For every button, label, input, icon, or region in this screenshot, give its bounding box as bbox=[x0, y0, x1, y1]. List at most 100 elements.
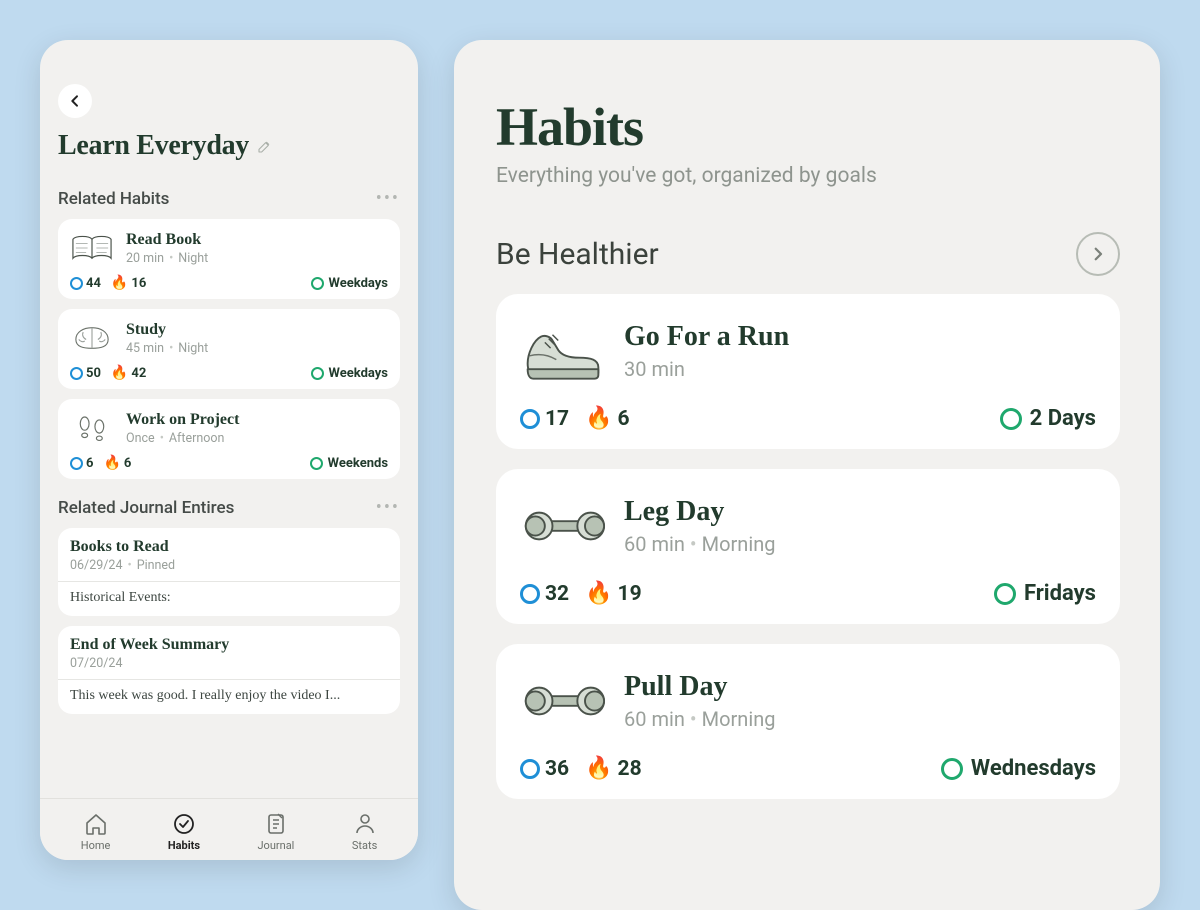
habit-schedule: Fridays bbox=[1024, 581, 1096, 606]
brain-icon bbox=[70, 319, 114, 357]
habit-streak: 16 bbox=[131, 276, 146, 291]
running-shoe-icon bbox=[520, 314, 606, 388]
tab-journal[interactable]: Journal bbox=[257, 812, 294, 852]
streak-icon: 🔥 bbox=[585, 406, 612, 431]
streak-icon: 🔥 bbox=[111, 365, 128, 381]
journal-icon bbox=[264, 812, 288, 836]
tab-stats[interactable]: Stats bbox=[352, 812, 377, 852]
habit-meta: 60 min•Morning bbox=[624, 707, 775, 731]
habit-schedule: Weekdays bbox=[329, 276, 388, 291]
habit-count: 17 bbox=[545, 407, 569, 431]
stats-icon bbox=[353, 812, 377, 836]
book-icon bbox=[70, 229, 114, 267]
schedule-icon bbox=[941, 758, 963, 780]
streak-icon: 🔥 bbox=[585, 581, 612, 606]
journal-title: End of Week Summary bbox=[70, 636, 388, 654]
related-habits-header: Related Habits ••• bbox=[58, 188, 400, 209]
schedule-icon bbox=[1000, 408, 1022, 430]
journal-card[interactable]: End of Week Summary 07/20/24 This week w… bbox=[58, 626, 400, 714]
journal-excerpt: Historical Events: bbox=[70, 590, 388, 606]
tab-label: Journal bbox=[257, 839, 294, 852]
count-icon bbox=[70, 277, 83, 290]
page-title: Habits bbox=[496, 96, 1120, 158]
journal-title: Books to Read bbox=[70, 538, 388, 556]
tab-bar: Home Habits Journal Stats bbox=[40, 798, 418, 860]
journal-excerpt: This week was good. I really enjoy the v… bbox=[70, 688, 388, 704]
habit-schedule: Weekdays bbox=[329, 366, 388, 381]
habits-icon bbox=[172, 812, 196, 836]
section-title: Related Habits bbox=[58, 189, 169, 209]
habit-meta: 60 min•Morning bbox=[624, 532, 775, 556]
habit-streak: 28 bbox=[618, 757, 642, 781]
goal-forward-button[interactable] bbox=[1076, 232, 1120, 276]
page-title-text: Learn Everyday bbox=[58, 130, 249, 162]
habits-screen: Habits Everything you've got, organized … bbox=[454, 40, 1160, 910]
chevron-right-icon bbox=[1089, 245, 1107, 263]
habit-title: Read Book bbox=[126, 231, 208, 249]
tab-label: Home bbox=[81, 839, 111, 852]
footprints-icon bbox=[70, 409, 114, 447]
habit-meta: 20 min•Night bbox=[126, 251, 208, 266]
count-icon bbox=[520, 409, 540, 429]
schedule-icon bbox=[994, 583, 1016, 605]
edit-title-icon[interactable] bbox=[257, 130, 273, 162]
page-subtitle: Everything you've got, organized by goal… bbox=[496, 164, 1120, 188]
journal-meta: 06/29/24•Pinned bbox=[70, 558, 388, 573]
streak-icon: 🔥 bbox=[103, 455, 120, 471]
habit-count: 36 bbox=[545, 757, 569, 781]
journal-card[interactable]: Books to Read 06/29/24•Pinned Historical… bbox=[58, 528, 400, 616]
tab-label: Habits bbox=[168, 839, 200, 852]
back-button[interactable] bbox=[58, 84, 92, 118]
home-icon bbox=[84, 812, 108, 836]
schedule-icon bbox=[311, 367, 324, 380]
chevron-left-icon bbox=[67, 93, 83, 109]
journal-meta: 07/20/24 bbox=[70, 656, 388, 671]
habit-count: 44 bbox=[86, 276, 101, 291]
habit-count: 50 bbox=[86, 366, 101, 381]
count-icon bbox=[70, 457, 83, 470]
tab-home[interactable]: Home bbox=[81, 812, 111, 852]
habit-schedule: Weekends bbox=[328, 456, 388, 471]
habit-schedule: Wednesdays bbox=[971, 756, 1096, 781]
page-title: Learn Everyday bbox=[58, 130, 400, 162]
habit-card[interactable]: Go For a Run 30 min 17 🔥6 2 Days bbox=[496, 294, 1120, 449]
habit-streak: 6 bbox=[124, 456, 131, 471]
dumbbell-icon bbox=[520, 489, 606, 563]
count-icon bbox=[70, 367, 83, 380]
streak-icon: 🔥 bbox=[111, 275, 128, 291]
habit-streak: 19 bbox=[618, 582, 642, 606]
habit-streak: 42 bbox=[131, 366, 146, 381]
habit-meta: Once•Afternoon bbox=[126, 431, 239, 446]
schedule-icon bbox=[311, 277, 324, 290]
habit-meta: 45 min•Night bbox=[126, 341, 208, 356]
goal-header: Be Healthier bbox=[496, 232, 1120, 276]
section-menu-button[interactable]: ••• bbox=[376, 188, 400, 209]
habit-count: 6 bbox=[86, 456, 93, 471]
habit-title: Work on Project bbox=[126, 411, 239, 429]
streak-icon: 🔥 bbox=[585, 756, 612, 781]
habit-meta: 30 min bbox=[624, 357, 789, 381]
schedule-icon bbox=[310, 457, 323, 470]
habit-card[interactable]: Study 45 min•Night 50 🔥42 Weekdays bbox=[58, 309, 400, 389]
tab-label: Stats bbox=[352, 839, 377, 852]
habit-card[interactable]: Leg Day 60 min•Morning 32 🔥19 Fridays bbox=[496, 469, 1120, 624]
habit-card[interactable]: Pull Day 60 min•Morning 36 🔥28 Wednesday… bbox=[496, 644, 1120, 799]
section-menu-button[interactable]: ••• bbox=[376, 497, 400, 518]
habit-title: Study bbox=[126, 321, 208, 339]
habit-card[interactable]: Work on Project Once•Afternoon 6 🔥 6 Week… bbox=[58, 399, 400, 479]
habit-streak: 6 bbox=[618, 407, 630, 431]
habit-count: 32 bbox=[545, 582, 569, 606]
section-title: Related Journal Entires bbox=[58, 498, 234, 518]
goal-detail-screen: Learn Everyday Related Habits ••• Read B… bbox=[40, 40, 418, 860]
habit-schedule: 2 Days bbox=[1030, 406, 1096, 431]
habit-card[interactable]: Read Book 20 min•Night 44 🔥16 Weekdays bbox=[58, 219, 400, 299]
habit-title: Leg Day bbox=[624, 496, 775, 528]
tab-habits[interactable]: Habits bbox=[168, 812, 200, 852]
related-journal-header: Related Journal Entires ••• bbox=[58, 497, 400, 518]
dumbbell-icon bbox=[520, 664, 606, 738]
count-icon bbox=[520, 584, 540, 604]
habit-title: Pull Day bbox=[624, 671, 775, 703]
goal-title: Be Healthier bbox=[496, 237, 659, 272]
count-icon bbox=[520, 759, 540, 779]
habit-title: Go For a Run bbox=[624, 321, 789, 353]
